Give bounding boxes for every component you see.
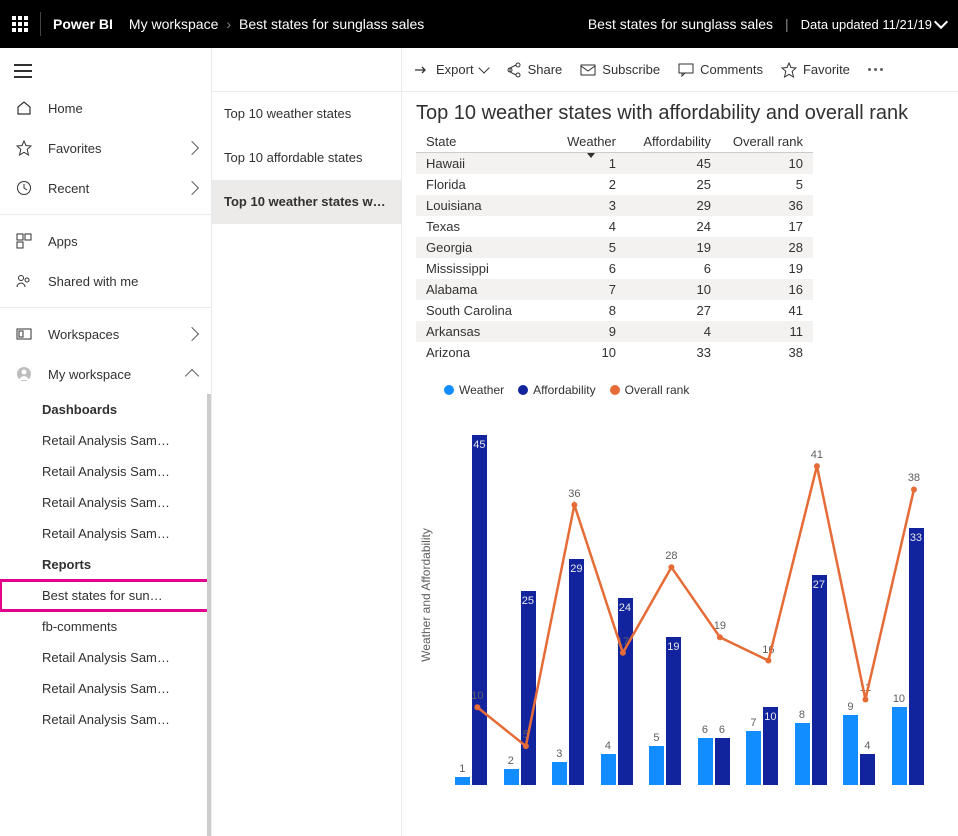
table-row[interactable]: Arkansas9411 bbox=[416, 321, 813, 342]
col-header[interactable]: Weather bbox=[556, 131, 626, 153]
mail-icon bbox=[580, 62, 596, 78]
star-icon bbox=[14, 140, 34, 156]
breadcrumb: My workspace › Best states for sunglass … bbox=[129, 16, 424, 32]
app-launcher-icon[interactable] bbox=[12, 16, 28, 32]
nav-dashboard-item[interactable]: Retail Analysis Sam… bbox=[0, 487, 211, 518]
share-button[interactable]: Share bbox=[506, 62, 563, 78]
nav-dashboard-item[interactable]: Retail Analysis Sam… bbox=[0, 456, 211, 487]
export-icon bbox=[414, 62, 430, 78]
legend-overall[interactable]: Overall rank bbox=[610, 383, 690, 397]
divider bbox=[40, 12, 41, 36]
report-title-top: Best states for sunglass sales bbox=[588, 16, 773, 32]
nav-favorites[interactable]: Favorites bbox=[0, 128, 211, 168]
apps-icon bbox=[14, 233, 34, 249]
report-toolbar: Export Share Subscribe Comments Favorite bbox=[402, 48, 958, 92]
crumb-report[interactable]: Best states for sunglass sales bbox=[239, 16, 424, 32]
nav-report-item[interactable]: fb-comments bbox=[0, 611, 211, 642]
nav-section-reports: Reports bbox=[0, 549, 211, 580]
table-row[interactable]: Florida2255 bbox=[416, 174, 813, 195]
person-icon bbox=[14, 366, 34, 382]
chevron-down-icon bbox=[934, 15, 948, 29]
legend-weather[interactable]: Weather bbox=[444, 383, 504, 397]
table-row[interactable]: Alabama71016 bbox=[416, 279, 813, 300]
chevron-right-icon: › bbox=[226, 16, 231, 32]
legend-affordability[interactable]: Affordability bbox=[518, 383, 595, 397]
nav-report-item[interactable]: Best states for sun… bbox=[0, 580, 211, 611]
nav-shared[interactable]: Shared with me bbox=[0, 261, 211, 301]
table-row[interactable]: South Carolina82741 bbox=[416, 300, 813, 321]
nav-home[interactable]: Home bbox=[0, 88, 211, 128]
visual-title: Top 10 weather states with affordability… bbox=[416, 102, 944, 125]
more-button[interactable] bbox=[868, 68, 883, 71]
chevron-right-icon bbox=[185, 141, 199, 155]
nav-report-item[interactable]: Retail Analysis Sam… bbox=[0, 673, 211, 704]
chevron-up-icon bbox=[185, 369, 199, 383]
combo-chart[interactable]: Weather and Affordability 14522532942451… bbox=[444, 405, 944, 785]
report-pages: Top 10 weather statesTop 10 affordable s… bbox=[212, 48, 402, 836]
nav-apps[interactable]: Apps bbox=[0, 221, 211, 261]
nav-dashboard-item[interactable]: Retail Analysis Sam… bbox=[0, 425, 211, 456]
home-icon bbox=[14, 100, 34, 116]
table-row[interactable]: Texas42417 bbox=[416, 216, 813, 237]
y-axis-label: Weather and Affordability bbox=[419, 528, 433, 662]
table-row[interactable]: Arizona103338 bbox=[416, 342, 813, 363]
table-row[interactable]: Hawaii14510 bbox=[416, 153, 813, 175]
page-tab[interactable]: Top 10 affordable states bbox=[212, 136, 401, 180]
data-updated[interactable]: Data updated 11/21/19 bbox=[801, 17, 946, 32]
col-header[interactable]: State bbox=[416, 131, 556, 153]
table-row[interactable]: Louisiana32936 bbox=[416, 195, 813, 216]
nav-section-dashboards: Dashboards bbox=[0, 394, 211, 425]
table-row[interactable]: Mississippi6619 bbox=[416, 258, 813, 279]
brand[interactable]: Power BI bbox=[53, 16, 113, 32]
nav-recent[interactable]: Recent bbox=[0, 168, 211, 208]
favorite-button[interactable]: Favorite bbox=[781, 62, 850, 78]
workspaces-icon bbox=[14, 326, 34, 342]
nav-toggle[interactable] bbox=[0, 54, 211, 88]
star-icon bbox=[781, 62, 797, 78]
shared-icon bbox=[14, 273, 34, 289]
page-tab[interactable]: Top 10 weather states w… bbox=[212, 180, 401, 224]
clock-icon bbox=[14, 180, 34, 196]
nav-dashboard-item[interactable]: Retail Analysis Sam… bbox=[0, 518, 211, 549]
nav-report-item[interactable]: Retail Analysis Sam… bbox=[0, 642, 211, 673]
col-header[interactable]: Affordability bbox=[626, 131, 721, 153]
chart-legend: Weather Affordability Overall rank bbox=[444, 383, 944, 397]
comments-button[interactable]: Comments bbox=[678, 62, 763, 78]
data-table[interactable]: StateWeatherAffordabilityOverall rank Ha… bbox=[416, 131, 944, 363]
chevron-right-icon bbox=[185, 327, 199, 341]
share-icon bbox=[506, 62, 522, 78]
export-button[interactable]: Export bbox=[414, 62, 488, 78]
topbar: Power BI My workspace › Best states for … bbox=[0, 0, 958, 48]
comment-icon bbox=[678, 62, 694, 78]
nav-my-workspace[interactable]: My workspace bbox=[0, 354, 211, 394]
chevron-right-icon bbox=[185, 181, 199, 195]
col-header[interactable]: Overall rank bbox=[721, 131, 813, 153]
crumb-workspace[interactable]: My workspace bbox=[129, 16, 218, 32]
page-tab[interactable]: Top 10 weather states bbox=[212, 92, 401, 136]
nav-report-item[interactable]: Retail Analysis Sam… bbox=[0, 704, 211, 735]
nav-workspaces[interactable]: Workspaces bbox=[0, 314, 211, 354]
table-row[interactable]: Georgia51928 bbox=[416, 237, 813, 258]
subscribe-button[interactable]: Subscribe bbox=[580, 62, 660, 78]
chevron-down-icon bbox=[478, 62, 489, 73]
side-nav: Home Favorites Recent Apps Shared with m… bbox=[0, 48, 212, 836]
